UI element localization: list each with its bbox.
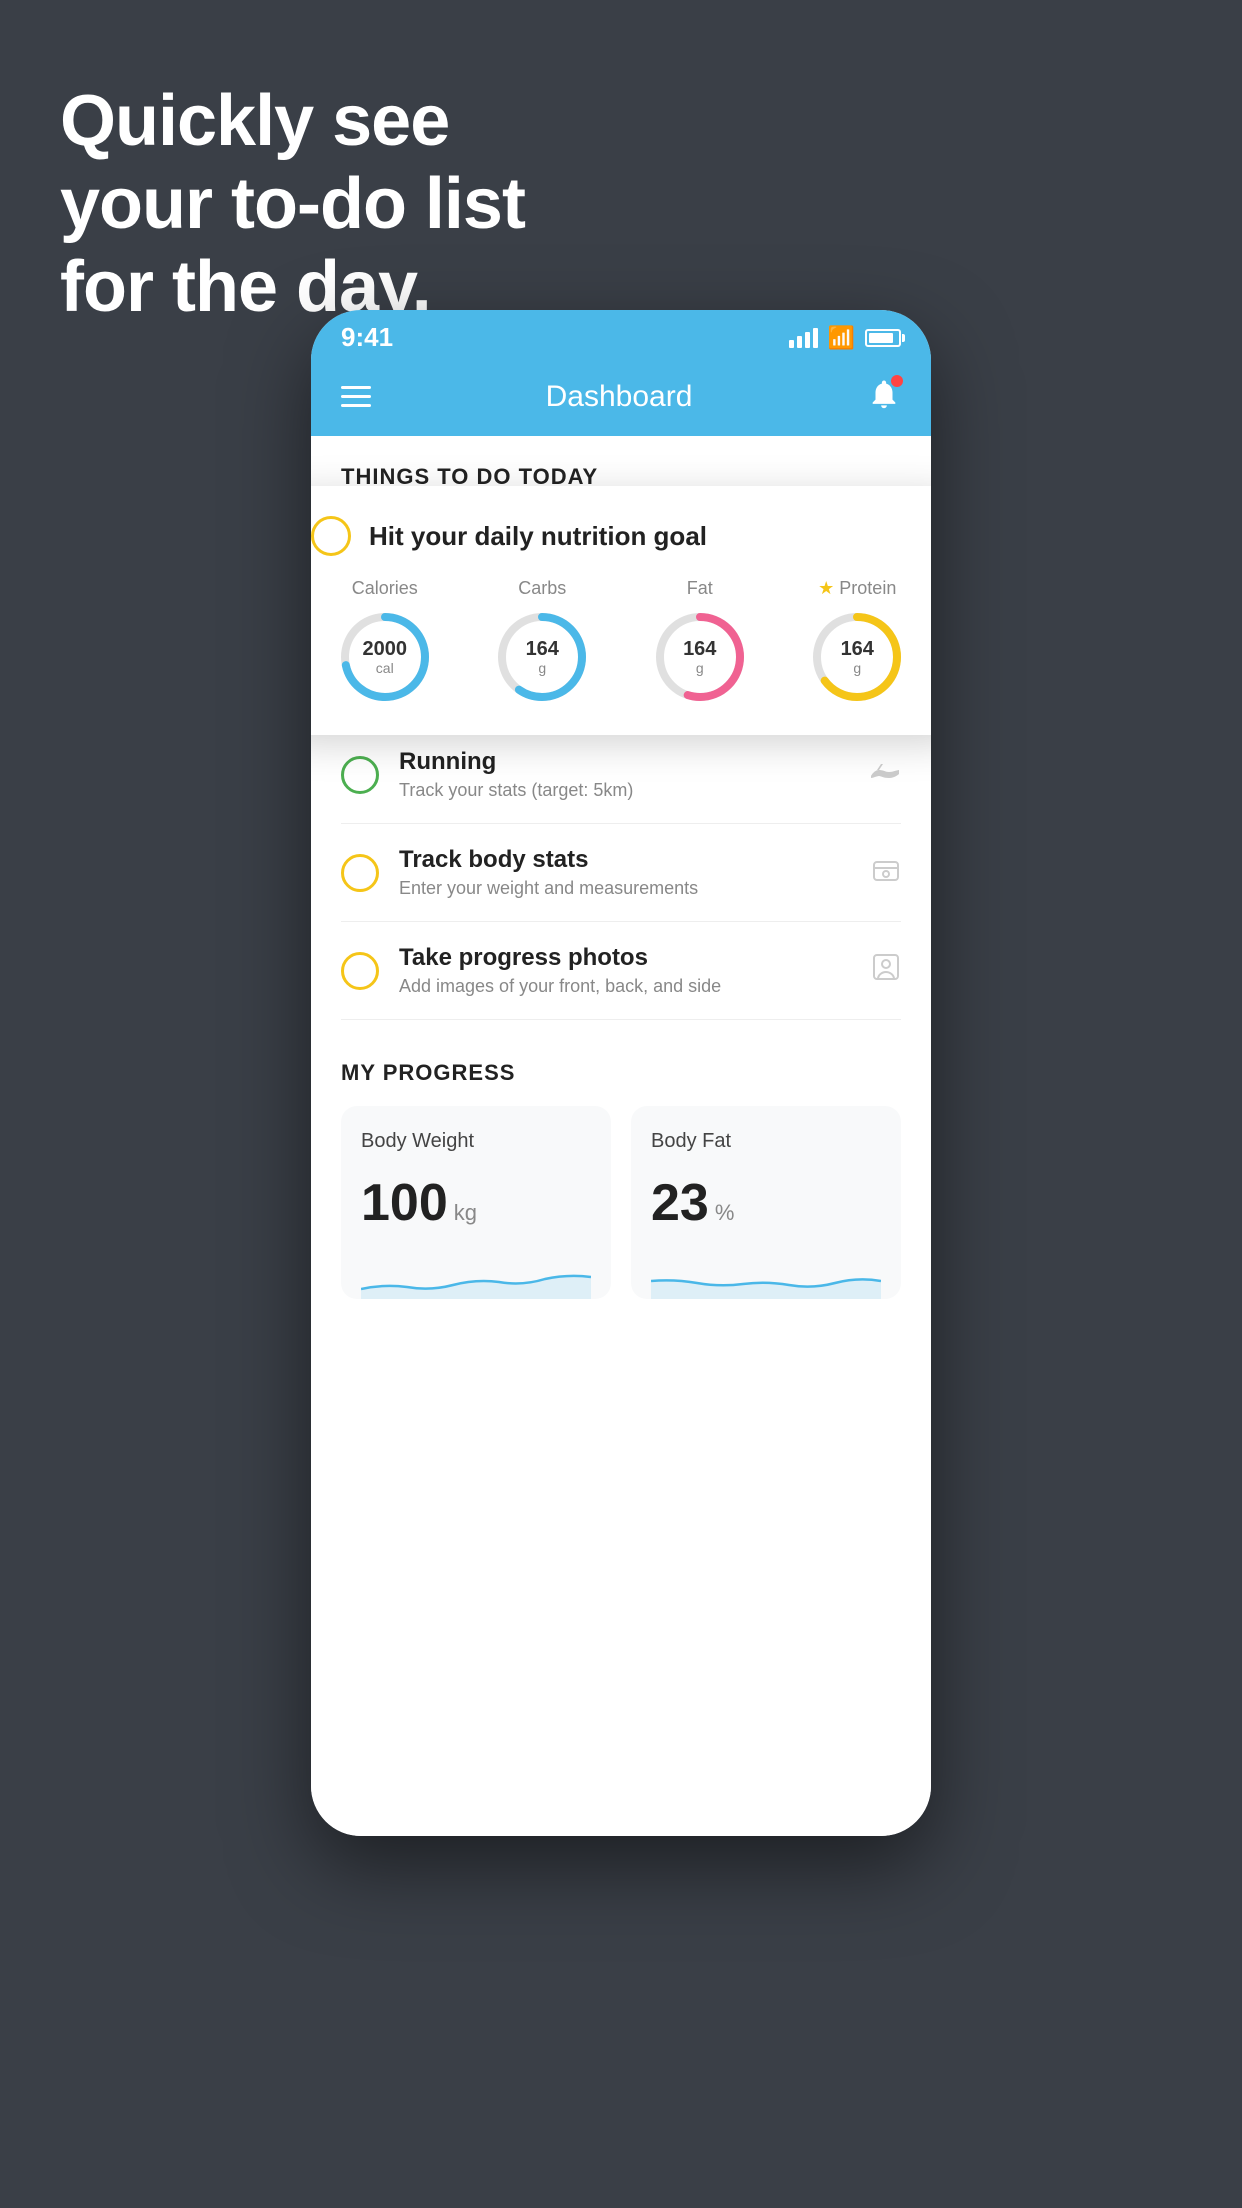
protein-star-icon: ★	[818, 578, 834, 599]
hamburger-menu-icon[interactable]	[341, 386, 371, 407]
body-fat-sparkline	[651, 1249, 881, 1299]
protein-circle: ★ Protein 164 g	[807, 578, 907, 707]
carbs-unit: g	[526, 660, 559, 676]
body-weight-unit: kg	[454, 1200, 477, 1226]
protein-unit: g	[841, 660, 874, 676]
todo-list: Running Track your stats (target: 5km)	[311, 726, 931, 1020]
protein-label: ★ Protein	[818, 578, 896, 599]
nutrition-goal-checkbox[interactable]	[311, 516, 351, 556]
body-stats-subtitle: Enter your weight and measurements	[399, 878, 851, 899]
fat-label: Fat	[687, 578, 713, 599]
nutrition-circles: Calories 2000 cal	[311, 578, 931, 707]
person-photo-icon	[871, 952, 901, 989]
running-checkbox[interactable]	[341, 756, 379, 794]
phone-mockup: 9:41 📶 Dashboard	[311, 310, 931, 1836]
status-icons: 📶	[789, 325, 901, 351]
calories-label: Calories	[352, 578, 418, 599]
carbs-donut: 164 g	[492, 607, 592, 707]
notification-dot	[891, 375, 903, 387]
body-stats-checkbox[interactable]	[341, 854, 379, 892]
nav-bar: Dashboard	[311, 361, 931, 436]
wifi-icon: 📶	[828, 325, 855, 351]
photos-checkbox[interactable]	[341, 952, 379, 990]
scale-icon	[871, 854, 901, 891]
calories-circle: Calories 2000 cal	[335, 578, 435, 707]
todo-item-photos[interactable]: Take progress photos Add images of your …	[341, 922, 901, 1020]
calories-unit: cal	[363, 660, 408, 676]
nutrition-goal-card: Hit your daily nutrition goal Calories	[311, 486, 931, 735]
body-stats-title: Track body stats	[399, 846, 851, 874]
progress-header: MY PROGRESS	[341, 1060, 901, 1086]
fat-unit: g	[683, 660, 716, 676]
status-bar: 9:41 📶	[311, 310, 931, 361]
progress-cards: Body Weight 100 kg	[341, 1106, 901, 1299]
fat-circle: Fat 164 g	[650, 578, 750, 707]
todo-item-running[interactable]: Running Track your stats (target: 5km)	[341, 726, 901, 824]
carbs-value: 164	[526, 638, 559, 660]
hero-text: Quickly see your to-do list for the day.	[60, 80, 525, 328]
body-weight-value: 100 kg	[361, 1173, 591, 1233]
notification-bell-icon[interactable]	[867, 377, 901, 416]
fat-value: 164	[683, 638, 716, 660]
signal-bars-icon	[789, 328, 818, 348]
running-subtitle: Track your stats (target: 5km)	[399, 780, 849, 801]
body-fat-card: Body Fat 23 %	[631, 1106, 901, 1299]
body-weight-card: Body Weight 100 kg	[341, 1106, 611, 1299]
progress-section: MY PROGRESS Body Weight 100 kg	[311, 1020, 931, 1329]
calories-value: 2000	[363, 638, 408, 660]
status-time: 9:41	[341, 322, 393, 353]
body-fat-value: 23 %	[651, 1173, 881, 1233]
protein-value: 164	[841, 638, 874, 660]
carbs-label: Carbs	[518, 578, 566, 599]
body-weight-sparkline	[361, 1249, 591, 1299]
nutrition-goal-title: Hit your daily nutrition goal	[369, 521, 707, 552]
fat-donut: 164 g	[650, 607, 750, 707]
body-fat-label: Body Fat	[651, 1130, 881, 1153]
protein-donut: 164 g	[807, 607, 907, 707]
photos-title: Take progress photos	[399, 944, 851, 972]
calories-donut: 2000 cal	[335, 607, 435, 707]
body-fat-unit: %	[715, 1200, 735, 1226]
body-weight-label: Body Weight	[361, 1130, 591, 1153]
battery-icon	[865, 329, 901, 347]
running-title: Running	[399, 748, 849, 776]
nav-title: Dashboard	[546, 380, 693, 414]
photos-subtitle: Add images of your front, back, and side	[399, 976, 851, 997]
carbs-circle: Carbs 164 g	[492, 578, 592, 707]
running-shoe-icon	[869, 759, 901, 791]
phone-body: THINGS TO DO TODAY Hit your daily nutrit…	[311, 436, 931, 1836]
todo-item-body-stats[interactable]: Track body stats Enter your weight and m…	[341, 824, 901, 922]
